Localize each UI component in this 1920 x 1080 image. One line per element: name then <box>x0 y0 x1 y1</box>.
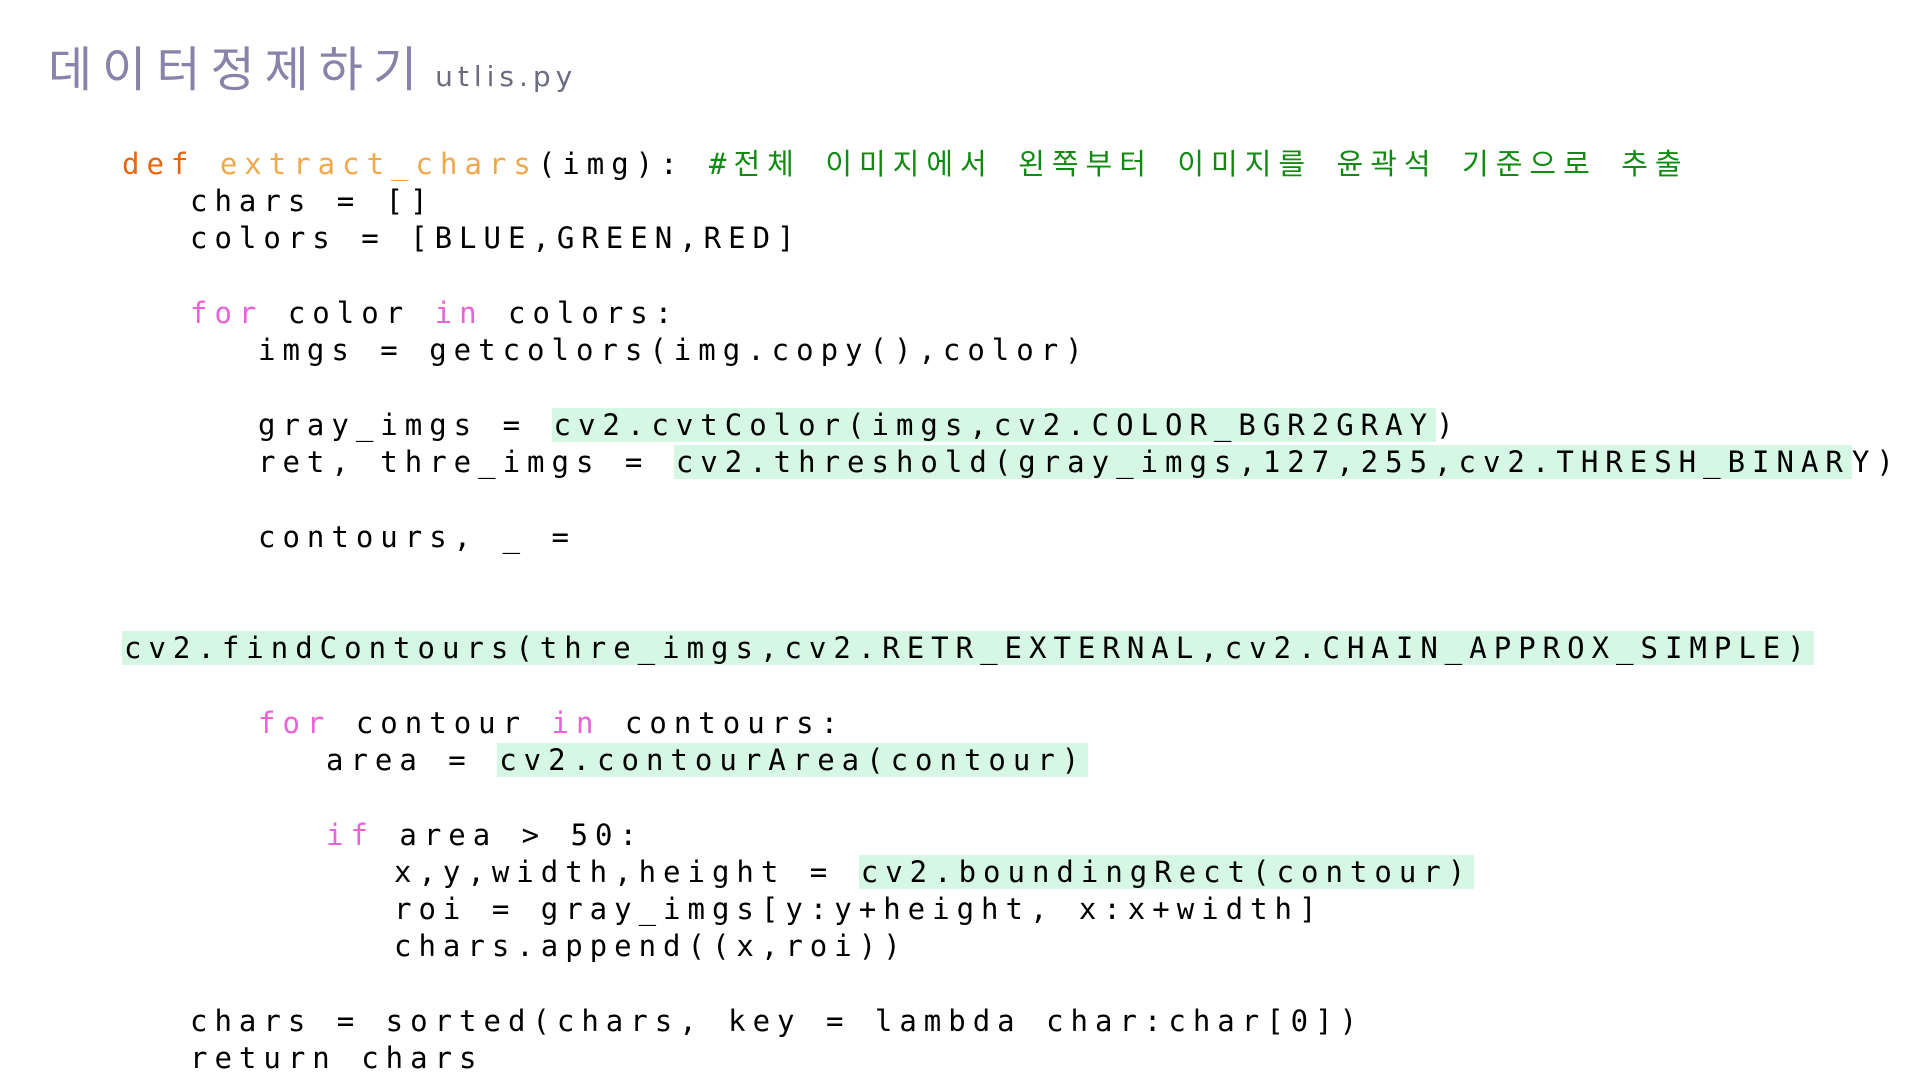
function-args: (img): <box>537 147 710 181</box>
highlighted-call: cv2.boundingRect(contour) <box>858 855 1475 889</box>
code-line-bounding-rect: x,y,width,height = cv2.boundingRect(cont… <box>394 854 1475 891</box>
code-line-find-contours: cv2.findContours(thre_imgs,cv2.RETR_EXTE… <box>122 630 1814 667</box>
code-line-for-contour: for contour in contours: <box>258 705 845 742</box>
slide-title: 데이터정제하기 utlis.py <box>48 30 577 100</box>
code-line-append: chars.append((x,roi)) <box>394 929 908 963</box>
code-line-chars-init: chars = [] <box>190 184 435 218</box>
code-line-roi: roi = gray_imgs[y:y+height, x:x+width] <box>394 892 1324 926</box>
highlighted-call: cv2.findContours(thre_imgs,cv2.RETR_EXTE… <box>122 631 1814 665</box>
code-line-def: def extract_chars(img): #전체 이미지에서 왼쪽부터 이… <box>122 146 1689 183</box>
highlighted-call: cv2.threshold(gray_imgs,127,255,cv2.THRE… <box>673 445 1852 479</box>
in-keyword: in <box>551 706 601 740</box>
highlighted-call: cv2.contourArea(contour) <box>497 743 1089 777</box>
for-keyword: for <box>258 706 332 740</box>
code-line-if: if area > 50: <box>326 817 644 854</box>
code-line-contours: contours, _ = <box>258 520 576 554</box>
assign-target: ret, thre_imgs = <box>258 445 674 479</box>
code-line-gray-imgs: gray_imgs = cv2.cvtColor(imgs,cv2.COLOR_… <box>258 407 1461 444</box>
code-comment: #전체 이미지에서 왼쪽부터 이미지를 윤곽석 기준으로 추출 <box>709 147 1689 181</box>
highlighted-call: cv2.cvtColor(imgs,cv2.COLOR_BGR2GRAY <box>551 408 1437 442</box>
assign-target: area = <box>326 743 498 777</box>
def-keyword: def <box>122 147 220 181</box>
function-name: extract_chars <box>219 147 538 181</box>
code-line-return: return chars <box>190 1041 484 1075</box>
title-filename: utlis.py <box>435 60 578 93</box>
if-keyword: if <box>326 818 375 852</box>
loop-variable: contour <box>331 706 552 740</box>
if-condition: area > 50: <box>374 818 644 852</box>
loop-variable: color <box>263 296 435 330</box>
title-main: 데이터정제하기 <box>48 42 428 98</box>
code-line-area: area = cv2.contourArea(contour) <box>326 742 1089 779</box>
loop-iterable: colors: <box>483 296 680 330</box>
code-line-for-color: for color in colors: <box>190 295 679 332</box>
for-keyword: for <box>190 296 264 330</box>
assign-target: x,y,width,height = <box>394 855 859 889</box>
call-close: Y) <box>1851 445 1901 479</box>
slide: 데이터정제하기 utlis.py def extract_chars(img):… <box>0 0 1920 1080</box>
call-close: ) <box>1436 408 1461 442</box>
code-line-colors: colors = [BLUE,GREEN,RED] <box>190 221 802 255</box>
code-line-threshold: ret, thre_imgs = cv2.threshold(gray_imgs… <box>258 444 1901 481</box>
code-line-sorted: chars = sorted(chars, key = lambda char:… <box>190 1004 1365 1038</box>
assign-target: gray_imgs = <box>258 408 552 442</box>
code-line-imgs: imgs = getcolors(img.copy(),color) <box>258 333 1090 367</box>
in-keyword: in <box>434 296 484 330</box>
loop-iterable: contours: <box>600 706 846 740</box>
